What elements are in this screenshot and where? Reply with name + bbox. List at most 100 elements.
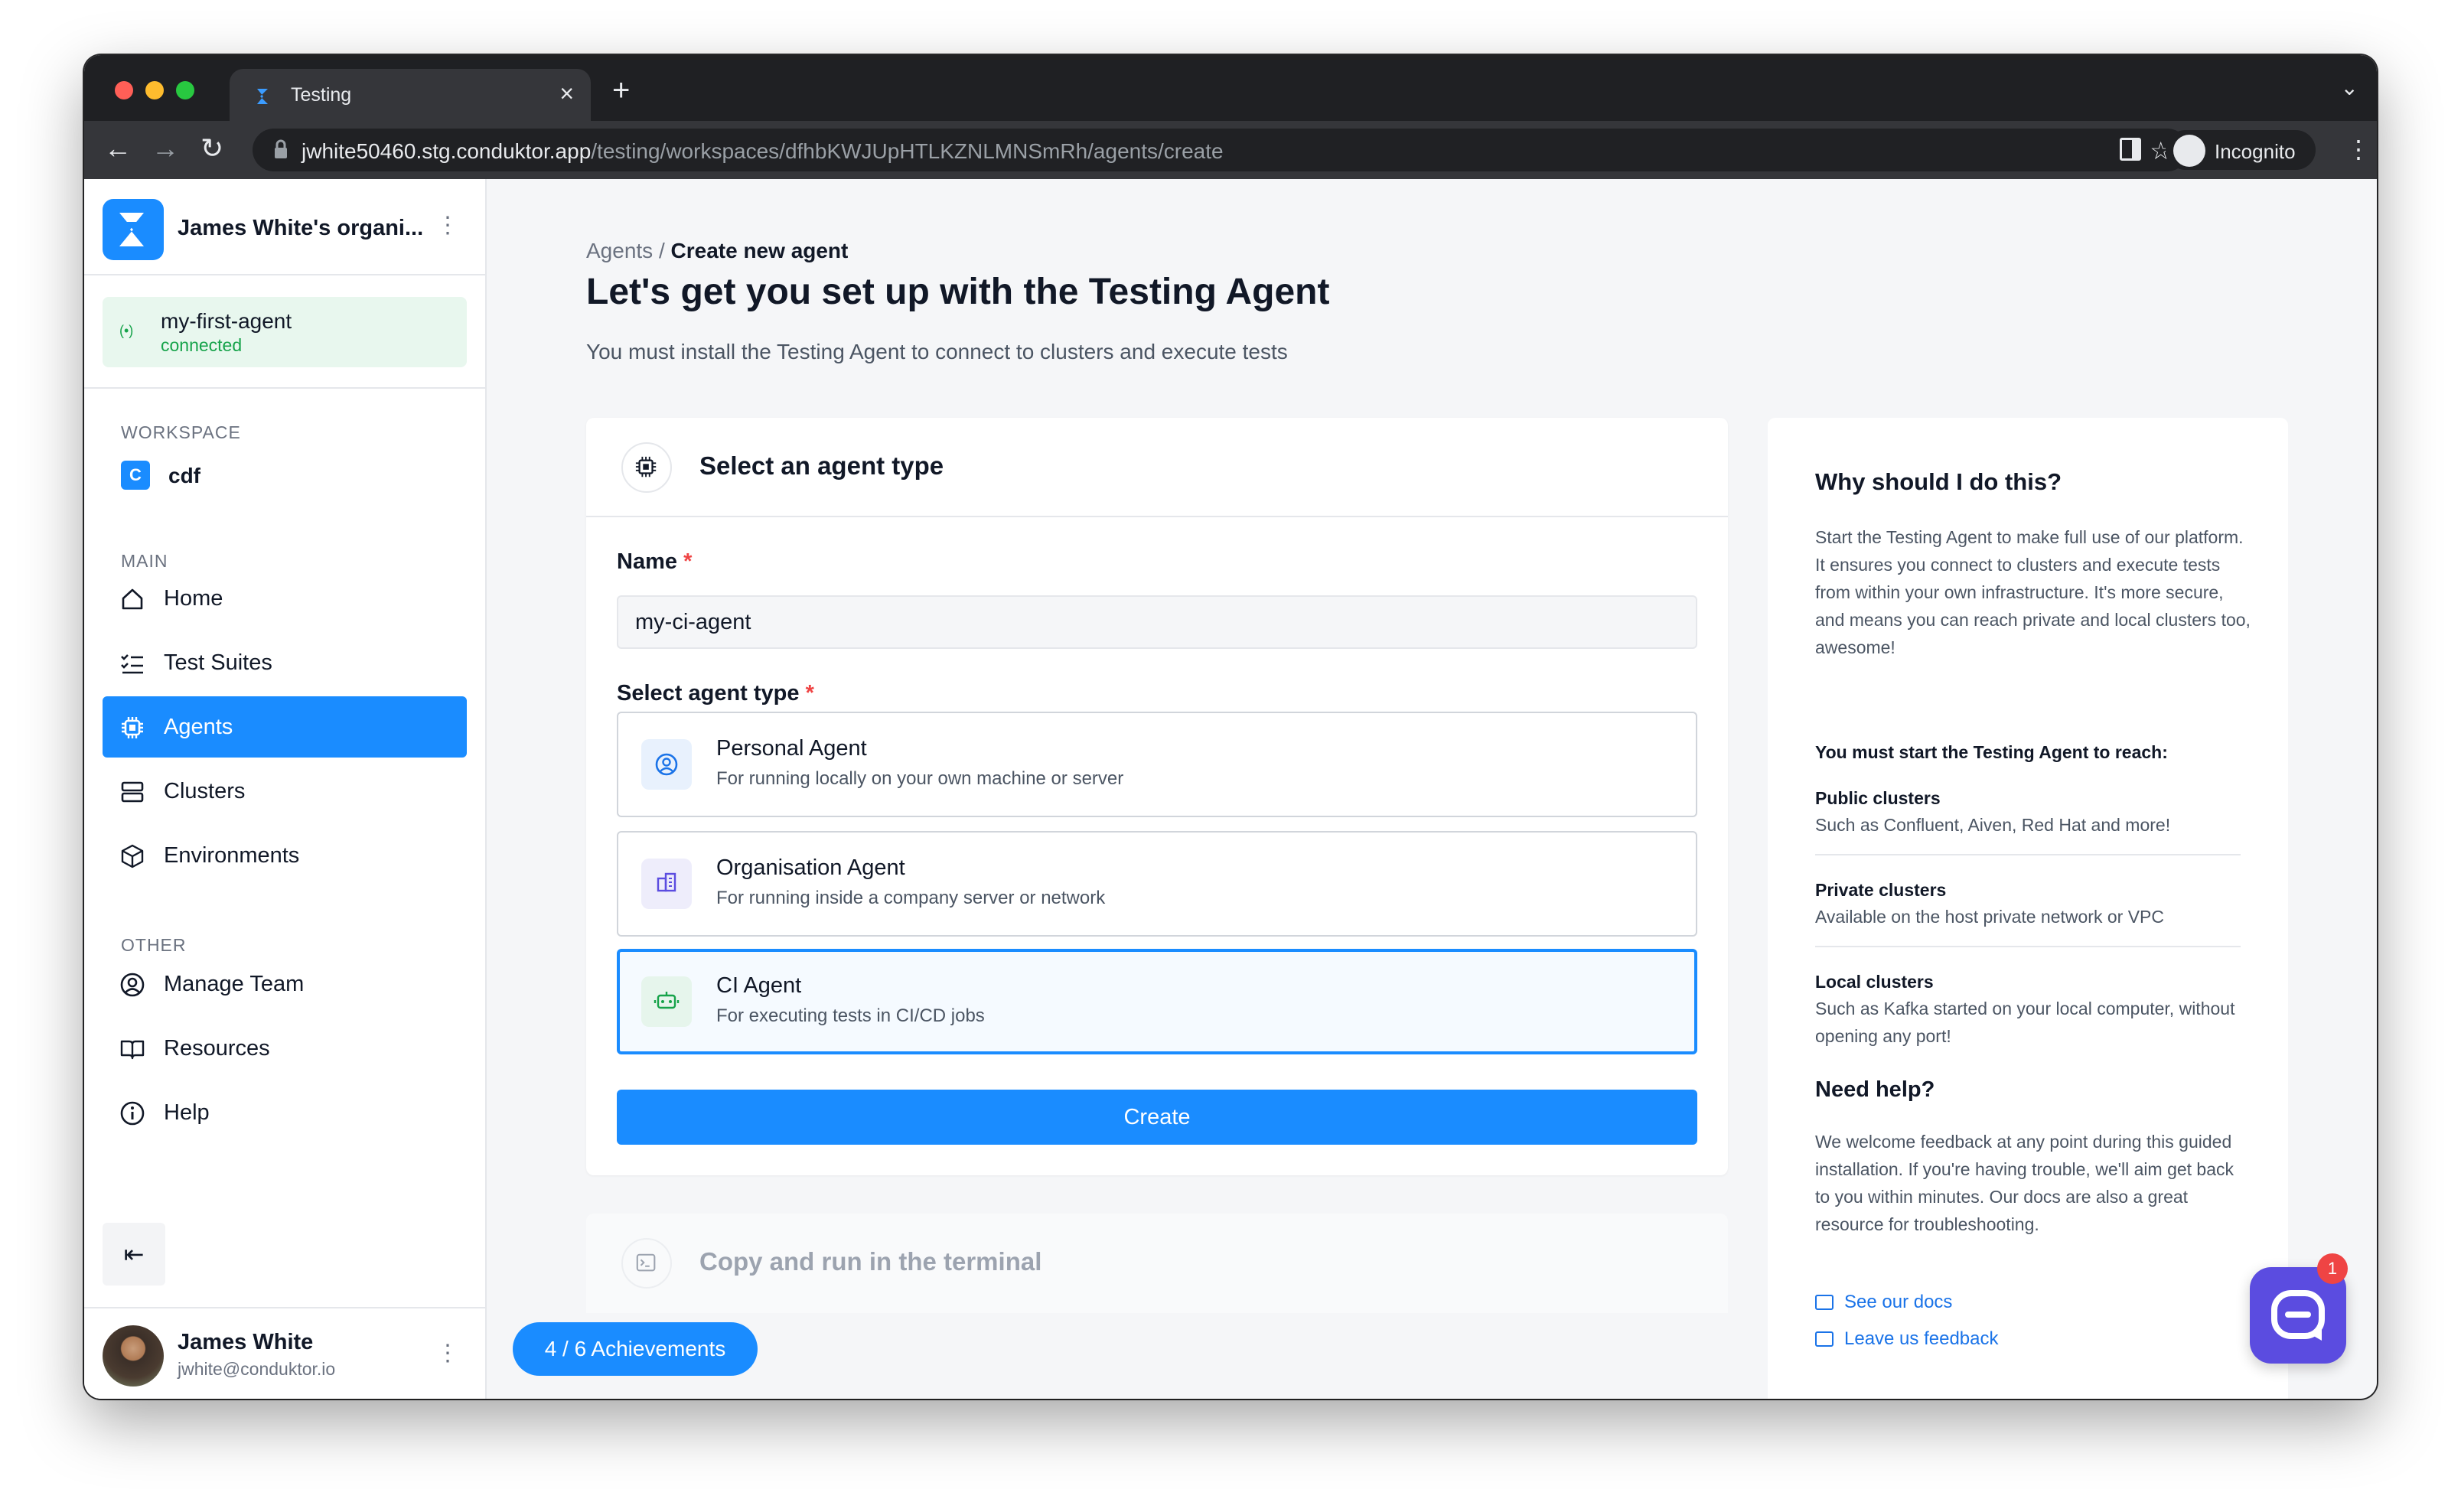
collapse-sidebar-button[interactable]: ⇤ [103, 1223, 165, 1286]
browser-toolbar: ← → ↻ jwhite50460.stg.conduktor.app/test… [84, 121, 2377, 179]
sidebar-item-label: Test Suites [164, 650, 272, 675]
option-title: Personal Agent [716, 736, 867, 761]
back-icon[interactable]: ← [104, 135, 132, 162]
chip-icon [122, 717, 143, 738]
reach-item-title: Local clusters [1815, 972, 1934, 992]
lock-icon [275, 139, 287, 158]
building-icon [641, 859, 692, 909]
info-icon [120, 1101, 145, 1126]
sidebar-item-test-suites[interactable]: Test Suites [103, 632, 467, 693]
page-subtitle: You must install the Testing Agent to co… [586, 340, 1288, 363]
reach-title: You must start the Testing Agent to reac… [1815, 742, 2168, 762]
breadcrumb: Agents / Create new agent [586, 239, 848, 263]
sidebar-item-label: Home [164, 586, 223, 611]
forward-icon[interactable]: → [152, 135, 179, 162]
sidebar-item-help[interactable]: Help [103, 1082, 467, 1143]
reach-item-desc: Available on the host private network or… [1815, 907, 2164, 927]
checklist-icon [121, 654, 143, 674]
option-ci-agent[interactable]: CI Agent For executing tests in CI/CD jo… [617, 949, 1697, 1054]
reload-icon[interactable]: ↻ [200, 135, 223, 162]
org-name: James White's organi... [178, 216, 424, 240]
address-bar[interactable]: jwhite50460.stg.conduktor.app/testing/wo… [253, 129, 2189, 171]
user-email: jwhite@conduktor.io [178, 1359, 336, 1379]
sidebar-item-label: Environments [164, 843, 300, 868]
card-header: Select an agent type [586, 418, 1728, 517]
option-description: For executing tests in CI/CD jobs [716, 1005, 985, 1026]
minimize-window-button[interactable] [145, 81, 164, 99]
need-help-title: Need help? [1815, 1077, 1935, 1102]
option-personal-agent[interactable]: Personal Agent For running locally on yo… [617, 712, 1697, 817]
divider [1815, 946, 2241, 947]
workspace-name: cdf [168, 464, 200, 487]
other-group-label: OTHER [121, 935, 187, 955]
workspace-group-label: WORKSPACE [121, 422, 241, 442]
option-title: CI Agent [716, 973, 802, 998]
option-title: Organisation Agent [716, 855, 905, 880]
user-menu-icon[interactable]: ⋮ [436, 1342, 459, 1365]
close-tab-icon[interactable]: × [559, 80, 574, 108]
sidebar-item-label: Agents [164, 715, 233, 739]
sidebar: James White's organi... ⋮ (•) my-first-a… [84, 179, 487, 1399]
sidebar-item-label: Clusters [164, 779, 246, 803]
tab-title: Testing [291, 84, 352, 106]
divider [84, 387, 485, 389]
reach-item-desc: Such as Confluent, Aiven, Red Hat and mo… [1815, 815, 2171, 835]
tab-strip: Testing × + ⌄ [84, 55, 2377, 121]
user-circle-icon [641, 739, 692, 790]
browser-window: Testing × + ⌄ ← → ↻ jwhite50460.stg.cond… [84, 55, 2377, 1399]
url-text: jwhite50460.stg.conduktor.app/testing/wo… [302, 139, 1224, 164]
terminal-step-title: Copy and run in the terminal [699, 1247, 1042, 1276]
card-title: Select an agent type [699, 451, 944, 480]
new-tab-button[interactable]: + [612, 75, 630, 106]
notification-badge: 1 [2317, 1253, 2348, 1284]
reach-item-title: Private clusters [1815, 880, 1947, 900]
name-label: Name * [617, 549, 693, 574]
sidebar-item-agents[interactable]: Agents [103, 696, 467, 758]
step-icon-wrapper [621, 1238, 672, 1289]
home-icon [122, 588, 143, 610]
book-icon [120, 1040, 145, 1060]
tab-search-icon[interactable]: ⌄ [2341, 75, 2358, 100]
achievements-button[interactable]: 4 / 6 Achievements [513, 1322, 758, 1376]
side-panel-icon[interactable] [2120, 138, 2141, 161]
incognito-badge[interactable]: Incognito [2166, 130, 2316, 170]
agent-name: my-first-agent [161, 309, 292, 333]
sidebar-item-clusters[interactable]: Clusters [103, 761, 467, 822]
org-header[interactable]: James White's organi... ⋮ [84, 179, 485, 275]
breadcrumb-current: Create new agent [670, 239, 849, 262]
breadcrumb-agents-link[interactable]: Agents [586, 239, 653, 262]
sidebar-item-label: Resources [164, 1036, 270, 1061]
favicon-icon [257, 89, 268, 104]
divider [1815, 854, 2241, 855]
help-panel: Why should I do this? Start the Testing … [1768, 418, 2288, 1399]
sidebar-item-manage-team[interactable]: Manage Team [103, 953, 467, 1015]
robot-icon [641, 976, 692, 1027]
user-profile[interactable]: James White jwhite@conduktor.io ⋮ [84, 1307, 485, 1399]
reach-item-title: Public clusters [1815, 788, 1941, 808]
create-button[interactable]: Create [617, 1090, 1697, 1145]
maximize-window-button[interactable] [176, 81, 194, 99]
help-panel-title: Why should I do this? [1815, 468, 2062, 495]
reach-item-desc: Such as Kafka started on your local comp… [1815, 999, 2235, 1046]
option-organisation-agent[interactable]: Organisation Agent For running inside a … [617, 831, 1697, 937]
user-name: James White [178, 1330, 314, 1354]
avatar [103, 1325, 164, 1387]
required-mark: * [683, 549, 693, 574]
sidebar-item-home[interactable]: Home [103, 568, 467, 629]
browser-tab[interactable]: Testing × [230, 69, 591, 121]
agent-status-card[interactable]: (•) my-first-agent connected [103, 297, 467, 367]
app-content: James White's organi... ⋮ (•) my-first-a… [84, 179, 2377, 1399]
sidebar-item-resources[interactable]: Resources [103, 1018, 467, 1079]
conduktor-logo [103, 199, 164, 260]
leave-feedback-link[interactable]: Leave us feedback [1815, 1328, 1998, 1350]
close-window-button[interactable] [115, 81, 133, 99]
org-menu-icon[interactable]: ⋮ [436, 214, 459, 237]
server-icon [121, 781, 144, 803]
sidebar-item-environments[interactable]: Environments [103, 825, 467, 886]
cube-icon [121, 844, 144, 868]
browser-menu-icon[interactable]: ⋮ [2346, 135, 2371, 164]
agent-name-input[interactable] [617, 595, 1697, 649]
help-panel-body: Start the Testing Agent to make full use… [1815, 527, 2251, 657]
see-docs-link[interactable]: See our docs [1815, 1292, 1952, 1313]
incognito-icon [2173, 135, 2205, 167]
